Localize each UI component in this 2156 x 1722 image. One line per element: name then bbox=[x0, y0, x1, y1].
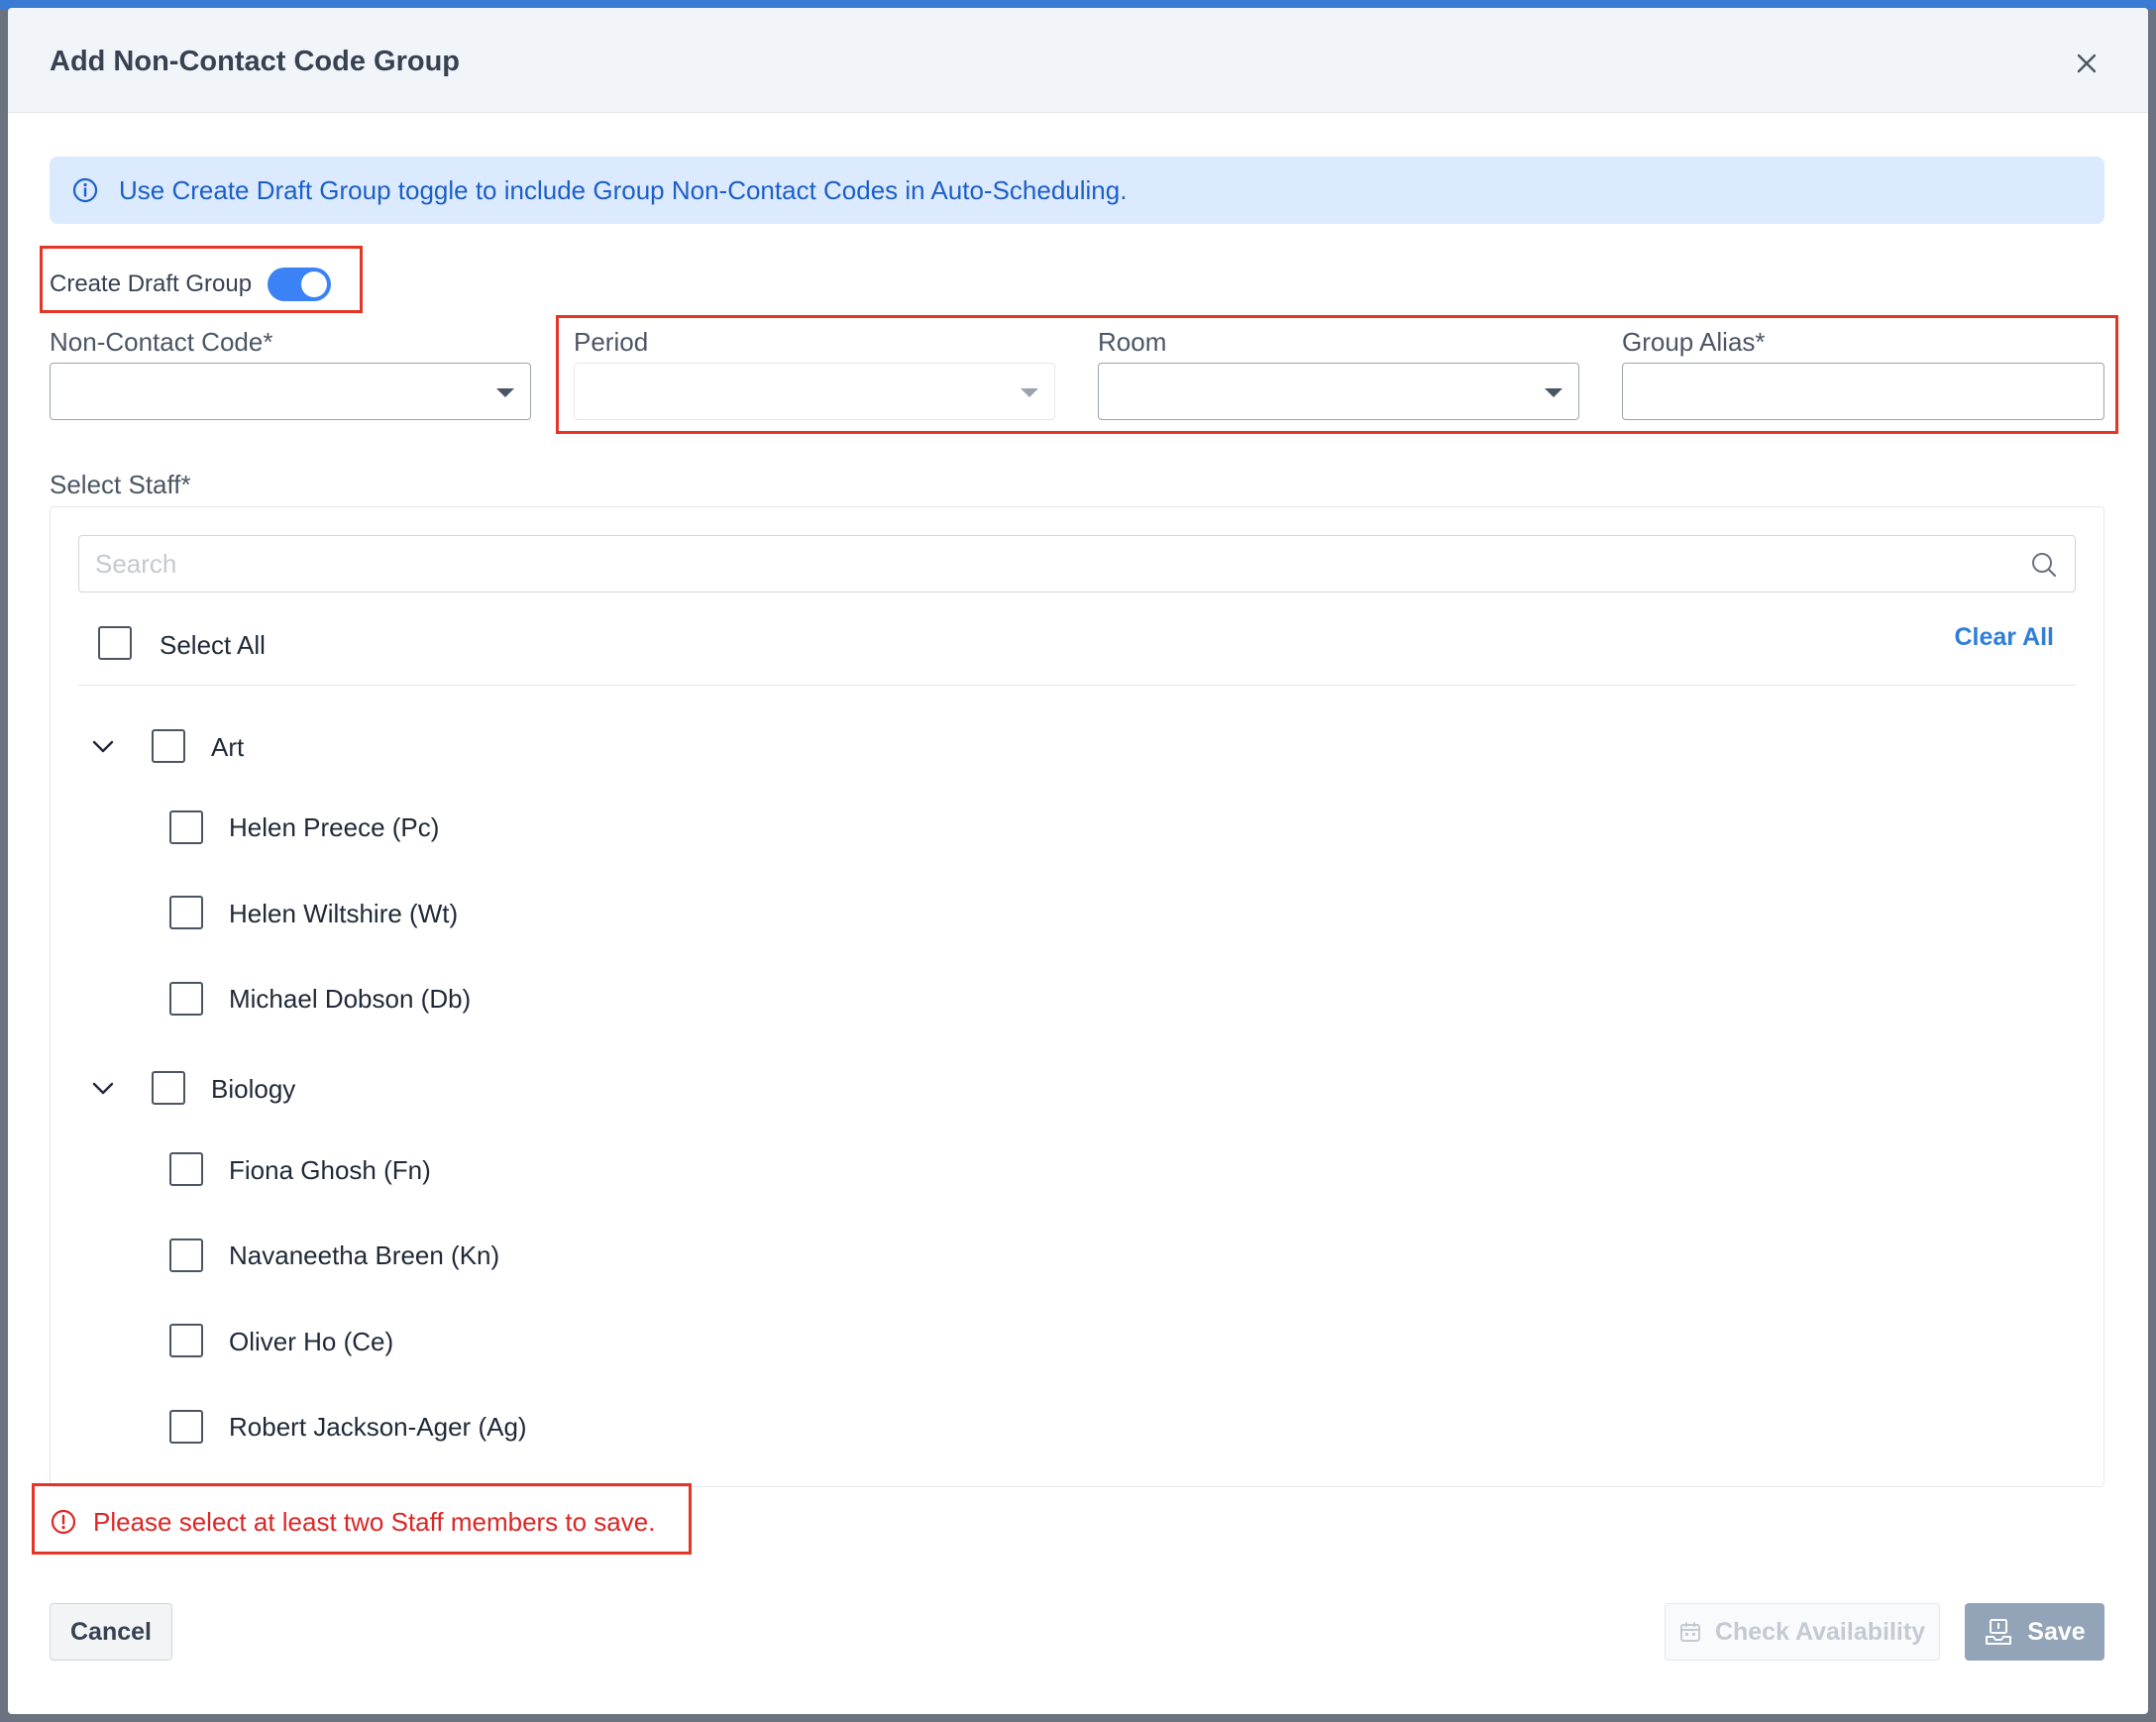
save-label: Save bbox=[2027, 1617, 2086, 1646]
period-select[interactable] bbox=[574, 363, 1055, 420]
room-select[interactable] bbox=[1098, 363, 1579, 420]
close-button[interactable] bbox=[2067, 44, 2106, 83]
add-group-dialog: Add Non-Contact Code Group Use Create Dr… bbox=[8, 8, 2148, 1714]
staff-search-input[interactable] bbox=[79, 536, 2075, 592]
staff-checkbox[interactable] bbox=[169, 1324, 203, 1357]
create-draft-group-toggle[interactable] bbox=[268, 268, 332, 301]
chevron-down-icon bbox=[1021, 388, 1038, 397]
chevron-down-icon bbox=[1545, 388, 1563, 397]
staff-name: Helen Wiltshire (Wt) bbox=[229, 899, 459, 928]
staff-panel: Select All Clear All Art Helen Preece (P… bbox=[50, 506, 2104, 1487]
room-label: Room bbox=[1098, 327, 1167, 357]
cancel-button[interactable]: Cancel bbox=[50, 1603, 172, 1661]
staff-name: Oliver Ho (Ce) bbox=[229, 1327, 394, 1356]
select-all-label: Select All bbox=[160, 630, 266, 660]
draft-toggle-label: Create Draft Group bbox=[50, 270, 253, 297]
group-alias-label: Group Alias* bbox=[1622, 327, 1766, 357]
dialog-title: Add Non-Contact Code Group bbox=[50, 46, 461, 77]
dialog-header: Add Non-Contact Code Group bbox=[8, 8, 2148, 113]
check-availability-button[interactable]: Check Availability bbox=[1665, 1603, 1940, 1661]
staff-name: Robert Jackson-Ager (Ag) bbox=[229, 1412, 527, 1442]
staff-search bbox=[78, 535, 2076, 592]
info-icon bbox=[71, 176, 99, 204]
close-icon bbox=[2077, 54, 2097, 73]
toggle-knob bbox=[301, 271, 328, 297]
group-label-art: Art bbox=[211, 732, 245, 762]
clear-all-link[interactable]: Clear All bbox=[1954, 623, 2054, 652]
non-contact-code-label: Non-Contact Code* bbox=[50, 327, 273, 357]
group-checkbox-art[interactable] bbox=[152, 729, 185, 763]
info-banner-text: Use Create Draft Group toggle to include… bbox=[119, 174, 1128, 205]
non-contact-code-select[interactable] bbox=[50, 363, 531, 420]
staff-checkbox[interactable] bbox=[169, 1410, 203, 1444]
period-label: Period bbox=[574, 327, 649, 357]
staff-checkbox[interactable] bbox=[169, 896, 203, 929]
error-icon bbox=[50, 1508, 77, 1536]
staff-name: Michael Dobson (Db) bbox=[229, 984, 472, 1014]
select-all-checkbox[interactable] bbox=[98, 626, 132, 660]
staff-checkbox[interactable] bbox=[169, 1238, 203, 1272]
group-checkbox-biology[interactable] bbox=[152, 1071, 185, 1105]
staff-checkbox[interactable] bbox=[169, 810, 203, 844]
validation-error: Please select at least two Staff members… bbox=[50, 1496, 655, 1548]
select-staff-label: Select Staff* bbox=[50, 470, 191, 499]
info-banner: Use Create Draft Group toggle to include… bbox=[50, 157, 2104, 224]
draft-toggle-row: Create Draft Group bbox=[50, 268, 332, 301]
staff-name: Fiona Ghosh (Fn) bbox=[229, 1155, 431, 1185]
staff-name: Navaneetha Breen (Kn) bbox=[229, 1240, 500, 1270]
validation-error-text: Please select at least two Staff members… bbox=[93, 1506, 656, 1537]
check-availability-label: Check Availability bbox=[1714, 1617, 1926, 1646]
group-alias-input[interactable] bbox=[1622, 363, 2104, 420]
staff-name: Helen Preece (Pc) bbox=[229, 812, 440, 842]
chevron-down-icon bbox=[496, 388, 514, 397]
divider bbox=[78, 685, 2076, 686]
group-label-biology: Biology bbox=[211, 1074, 296, 1104]
chevron-down-icon[interactable] bbox=[88, 1073, 118, 1103]
calendar-icon bbox=[1679, 1621, 1701, 1643]
chevron-down-icon[interactable] bbox=[88, 731, 118, 761]
staff-checkbox[interactable] bbox=[169, 982, 203, 1016]
save-icon bbox=[1984, 1617, 2013, 1647]
search-icon[interactable] bbox=[2029, 550, 2059, 580]
select-all-row: Select All Clear All bbox=[78, 618, 2076, 668]
staff-checkbox[interactable] bbox=[169, 1152, 203, 1186]
save-button[interactable]: Save bbox=[1965, 1603, 2104, 1661]
